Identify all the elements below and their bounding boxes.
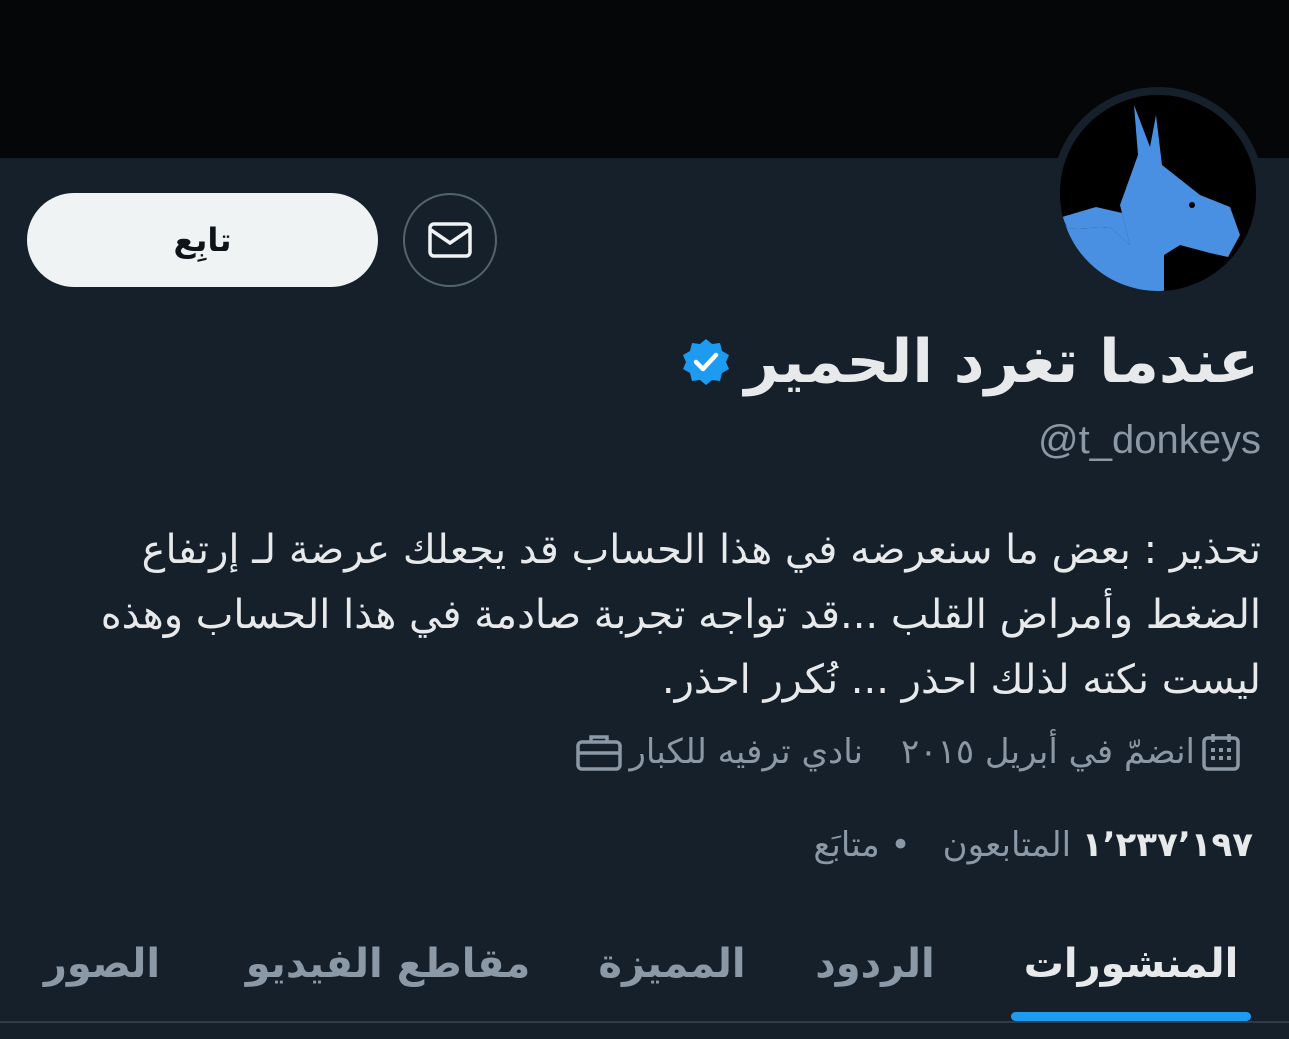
category-item: نادي ترفيه للكبار [575,732,863,772]
message-button[interactable] [403,193,497,287]
tab-replies[interactable]: الردود [795,905,955,1023]
envelope-icon [428,222,472,258]
profile-name-row: عندما تغرد الحمير [681,322,1259,402]
tabs-divider [0,1021,1289,1023]
followers-label: المتابعون [942,825,1072,865]
profile-handle: @t_donkeys [1038,418,1261,462]
profile-category: نادي ترفيه للكبار [629,732,864,772]
following-label: متابَع [813,825,880,865]
follow-button[interactable]: تابِع [27,193,378,287]
profile-bio: تحذير : بعض ما سنعرضه في هذا الحساب قد ي… [100,527,1261,703]
calendar-icon [1202,734,1240,771]
followers-count: ١٬٢٣٧٬١٩٧ [1081,825,1253,865]
tab-posts[interactable]: المنشورات [1011,905,1251,1023]
follow-stats: • متابَع ١٬٢٣٧٬١٩٧ المتابعون [813,815,1253,875]
profile-tabs: المنشورات الردود المميزة مقاطع الفيديو ا… [0,905,1289,1023]
active-tab-indicator [1011,1012,1251,1021]
following-link[interactable]: • متابَع [813,825,910,865]
tab-videos[interactable]: مقاطع الفيديو [236,905,540,1023]
display-name: عندما تغرد الحمير [744,327,1259,397]
joined-date: انضمّ في أبريل ٢٠١٥ [901,732,1195,772]
briefcase-icon [576,735,623,771]
donkey-avatar-icon [1060,95,1256,291]
tab-highlights[interactable]: المميزة [580,905,764,1023]
profile-meta: نادي ترفيه للكبار انضمّ في أبريل ٢٠١٥ [575,722,1241,782]
followers-link[interactable]: ١٬٢٣٧٬١٩٧ المتابعون [943,825,1253,865]
profile-avatar[interactable] [1052,87,1264,299]
verified-badge-icon[interactable] [681,337,731,387]
tab-photos[interactable]: الصور [28,905,176,1023]
joined-item: انضمّ في أبريل ٢٠١٥ [901,732,1241,772]
